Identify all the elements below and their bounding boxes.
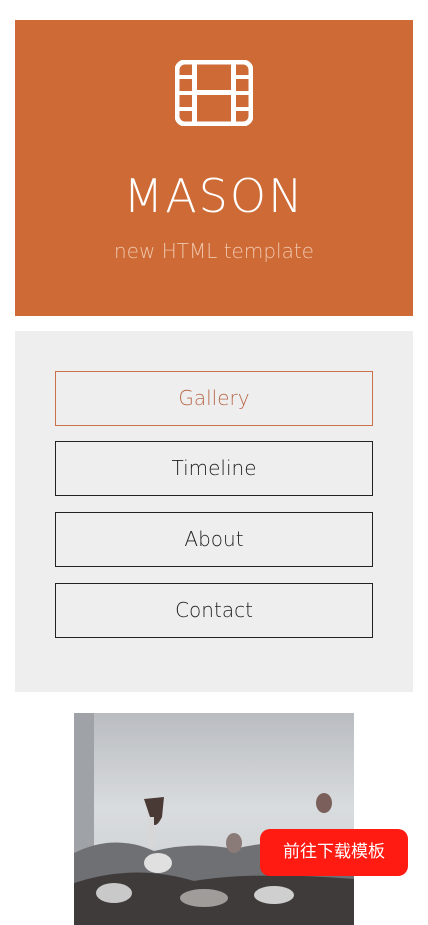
nav-item-gallery[interactable]: Gallery: [55, 371, 373, 426]
party-photo-graphic: [74, 713, 354, 925]
brand-title: MASON: [123, 169, 305, 223]
nav-panel: Gallery Timeline About Contact: [15, 331, 413, 692]
nav-item-contact[interactable]: Contact: [55, 583, 373, 638]
nav-item-timeline[interactable]: Timeline: [55, 441, 373, 496]
download-template-button[interactable]: 前往下载模板: [260, 829, 408, 876]
film-icon: [175, 60, 253, 126]
header-card: MASON new HTML template: [15, 20, 413, 316]
nav-item-about[interactable]: About: [55, 512, 373, 567]
brand-subtitle: new HTML template: [114, 239, 314, 263]
party-photo[interactable]: [74, 713, 354, 925]
